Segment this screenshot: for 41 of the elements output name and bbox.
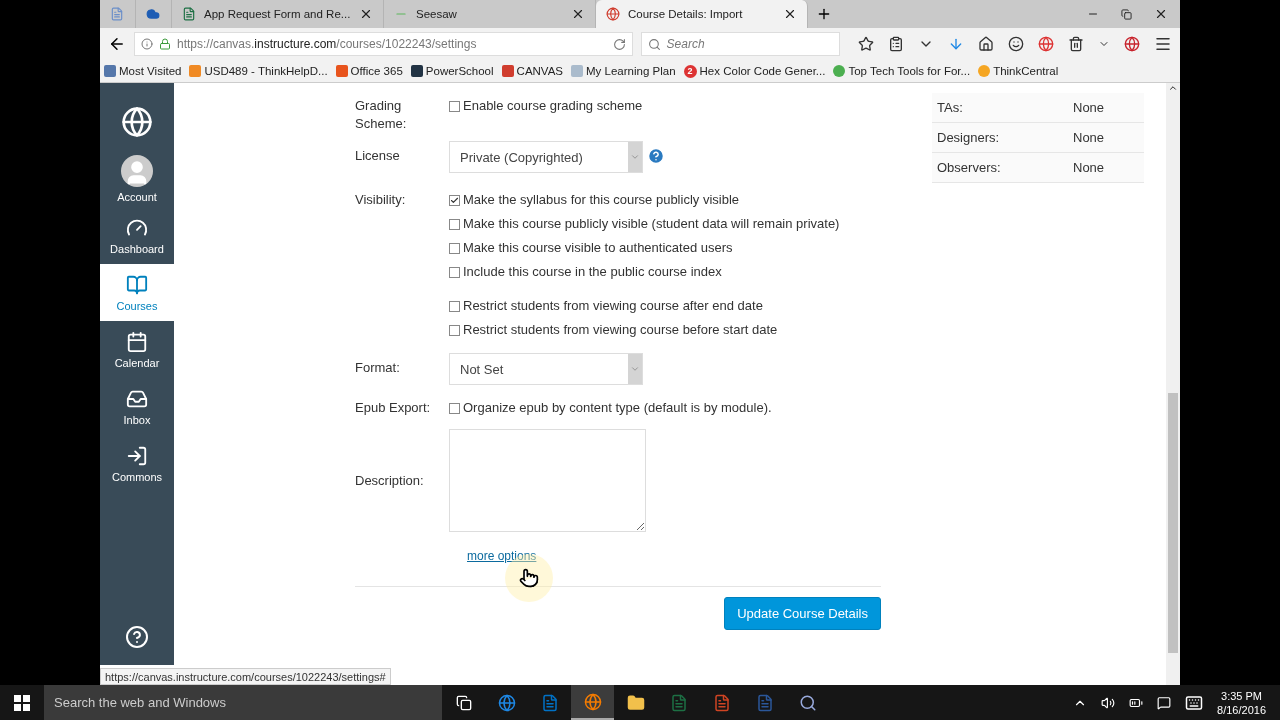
- clock[interactable]: 3:35 PM 8/16/2016: [1217, 688, 1266, 717]
- select-field[interactable]: Private (Copyrighted): [449, 141, 643, 173]
- field-label: Grading Scheme:: [355, 97, 408, 133]
- browser-tab[interactable]: Course Details: Import: [596, 0, 808, 28]
- bookmark-link[interactable]: ThinkCentral: [978, 65, 1059, 77]
- checkbox-option[interactable]: Organize epub by content type (default is by module).: [449, 399, 772, 417]
- checkbox-option[interactable]: Include this course in the public course index: [449, 263, 840, 281]
- taskbar-search-field[interactable]: Search the web and Windows: [44, 685, 442, 720]
- bookmark-link[interactable]: PowerSchool: [410, 65, 494, 77]
- nav-item[interactable]: Commons: [100, 435, 174, 492]
- status-url: https://canvas.instructure.com/courses/1022243/settings#: [100, 668, 391, 685]
- bookmark-link[interactable]: My Learning Plan: [571, 65, 676, 77]
- nav-item[interactable]: Courses: [100, 264, 174, 321]
- field-label: License: [355, 147, 401, 165]
- address-field[interactable]: https://canvas.instructure.com/courses/1022243/settings: [133, 32, 633, 56]
- select-field[interactable]: Not Set: [449, 353, 643, 385]
- bookmark-link[interactable]: 2 Hex Color Code Gener...: [683, 64, 826, 78]
- checkbox-option[interactable]: Make the syllabus for this course publicly visible: [449, 191, 840, 209]
- search-field[interactable]: Search: [640, 32, 840, 56]
- nav-item[interactable]: Calendar: [100, 321, 174, 378]
- field-label: Format:: [355, 359, 401, 377]
- bookmark-link[interactable]: USD489 - ThinkHelpD...: [189, 65, 328, 77]
- field-label: Description:: [355, 471, 425, 490]
- more-options-link[interactable]: more options: [467, 549, 537, 563]
- nav-item[interactable]: Account: [100, 150, 174, 207]
- bookmark-link[interactable]: Office 365: [335, 65, 403, 77]
- bookmark-link[interactable]: Top Tech Tools for For...: [833, 65, 971, 77]
- bookmark-link[interactable]: CANVAS: [501, 65, 564, 77]
- checkbox-option[interactable]: Enable course grading scheme: [449, 97, 643, 115]
- field-label: Visibility:: [355, 191, 407, 209]
- field-label: Epub Export:: [355, 399, 432, 417]
- info-row: TAs: None: [932, 93, 1144, 123]
- nav-item[interactable]: Dashboard: [100, 207, 174, 264]
- info-row: Observers: None: [932, 153, 1144, 183]
- nav-item[interactable]: Inbox: [100, 378, 174, 435]
- checkbox-option[interactable]: Restrict students from viewing course before start date: [449, 321, 778, 339]
- checkbox-option[interactable]: Restrict students from viewing course after end date: [449, 297, 778, 315]
- checkbox-option[interactable]: Make this course visible to authenticated users: [449, 239, 840, 257]
- info-row: Designers: None: [932, 123, 1144, 153]
- checkbox-option[interactable]: Make this course publicly visible (student data will remain private): [449, 215, 840, 233]
- bookmark-link[interactable]: Most Visited: [104, 65, 182, 77]
